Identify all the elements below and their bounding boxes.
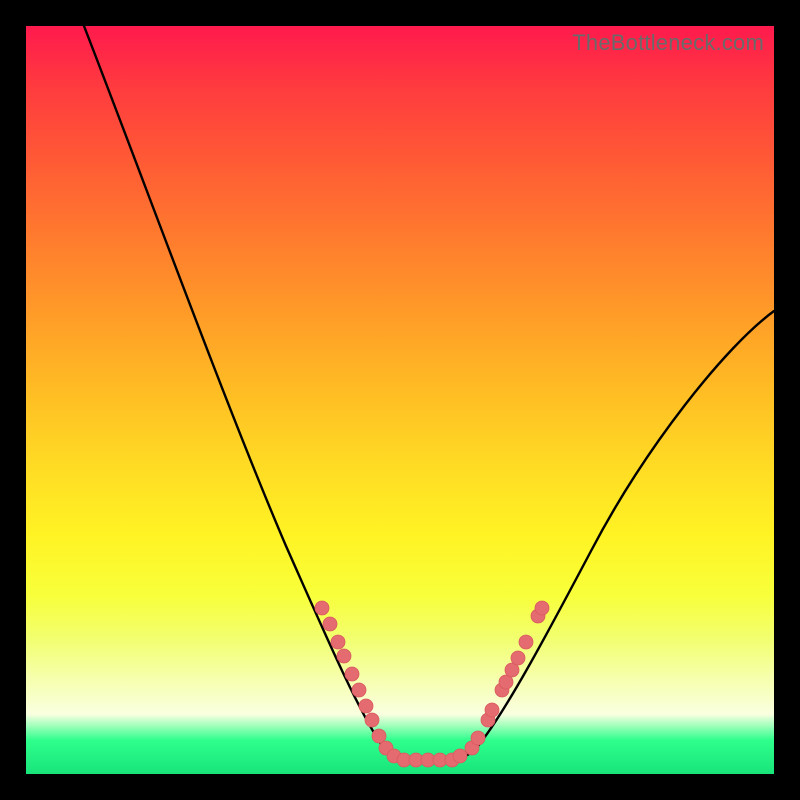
data-point <box>323 617 337 631</box>
data-point <box>331 635 345 649</box>
data-point <box>535 601 549 615</box>
chart-plot-area: TheBottleneck.com <box>26 26 774 774</box>
data-point <box>372 729 386 743</box>
data-point <box>453 749 467 763</box>
data-point <box>485 703 499 717</box>
curve-left-curve <box>84 26 401 759</box>
chart-svg <box>26 26 774 774</box>
dot-group <box>315 601 549 767</box>
data-point <box>519 635 533 649</box>
data-point <box>345 667 359 681</box>
watermark-text: TheBottleneck.com <box>572 30 764 56</box>
data-point <box>352 683 366 697</box>
data-point <box>365 713 379 727</box>
data-point <box>337 649 351 663</box>
curve-group <box>84 26 774 759</box>
data-point <box>471 731 485 745</box>
data-point <box>315 601 329 615</box>
data-point <box>511 651 525 665</box>
data-point <box>359 699 373 713</box>
